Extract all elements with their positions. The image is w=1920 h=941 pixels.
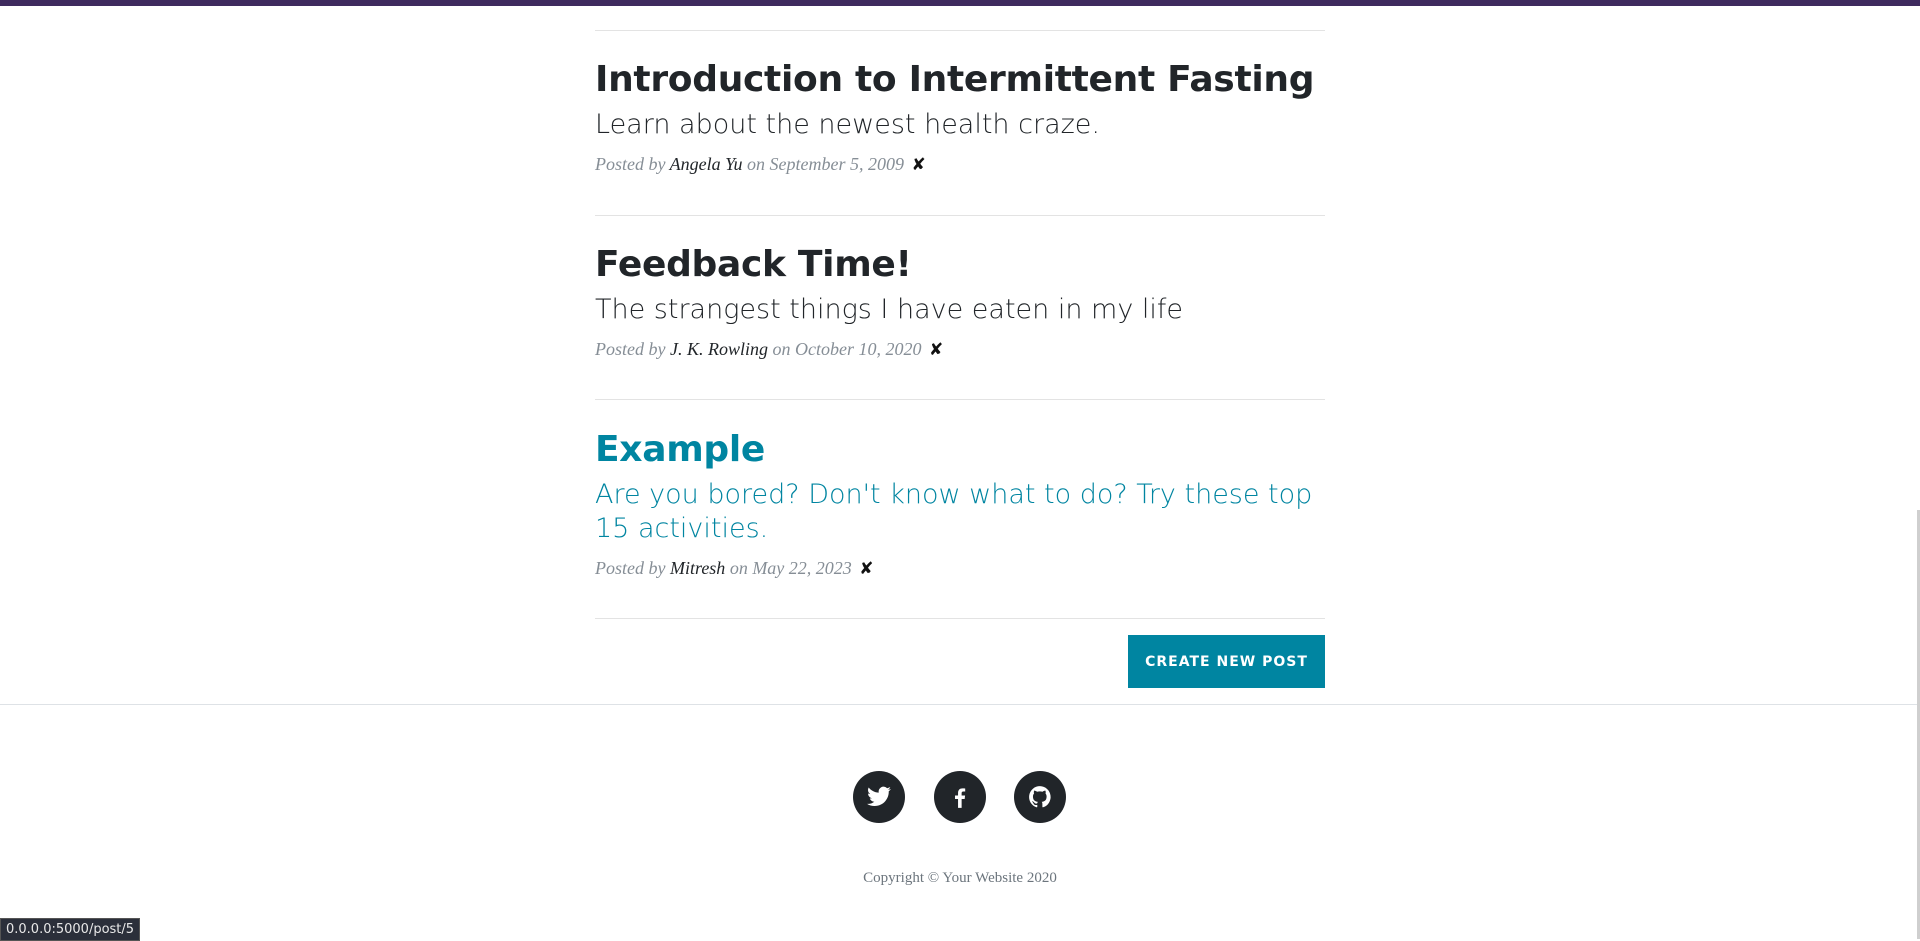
posted-by-text: Posted by [595, 339, 666, 359]
post-author: Angela Yu [669, 154, 743, 174]
post-title[interactable]: Feedback Time! [595, 243, 1325, 287]
post-author: J. K. Rowling [669, 339, 768, 359]
twitter-icon [867, 786, 892, 806]
delete-post-icon[interactable]: ✘ [859, 559, 873, 578]
on-text: on [729, 558, 748, 578]
github-link[interactable] [1014, 771, 1066, 823]
on-text: on [747, 154, 766, 174]
divider [595, 30, 1325, 31]
post-subtitle[interactable]: Are you bored? Don't know what to do? Tr… [595, 478, 1325, 546]
delete-post-icon[interactable]: ✘ [929, 340, 943, 359]
post-title[interactable]: Introduction to Intermittent Fasting [595, 58, 1325, 102]
post-preview[interactable]: Feedback Time! The strangest things I ha… [595, 243, 1325, 362]
post-preview[interactable]: Example Are you bored? Don't know what t… [595, 428, 1325, 581]
post-meta: Posted by Angela Yu on September 5, 2009… [595, 152, 1325, 177]
facebook-icon [955, 788, 966, 808]
post-subtitle[interactable]: Learn about the newest health craze. [595, 108, 1325, 142]
divider [595, 215, 1325, 216]
footer-divider [0, 704, 1920, 705]
post-meta: Posted by J. K. Rowling on October 10, 2… [595, 337, 1325, 362]
top-nav-bar-edge [0, 0, 1920, 6]
post-date: May 22, 2023 [752, 558, 852, 578]
post-subtitle[interactable]: The strangest things I have eaten in my … [595, 293, 1325, 327]
facebook-link[interactable] [934, 771, 986, 823]
post-date: October 10, 2020 [794, 339, 922, 359]
on-text: on [772, 339, 791, 359]
twitter-link[interactable] [853, 771, 905, 823]
divider [595, 399, 1325, 400]
copyright-text: Copyright © Your Website 2020 [863, 870, 1057, 886]
status-bar-url: 0.0.0.0:5000/post/5 [0, 918, 141, 941]
post-preview[interactable]: Introduction to Intermittent Fasting Lea… [595, 58, 1325, 177]
create-new-post-button[interactable]: Create New Post [1128, 635, 1325, 688]
post-date: September 5, 2009 [769, 154, 904, 174]
post-author: Mitresh [669, 558, 726, 578]
github-icon [1029, 786, 1051, 808]
posted-by-text: Posted by [595, 558, 666, 578]
delete-post-icon[interactable]: ✘ [912, 155, 926, 174]
posted-by-text: Posted by [595, 154, 666, 174]
post-title[interactable]: Example [595, 428, 1325, 472]
divider [595, 618, 1325, 619]
post-meta: Posted by Mitresh on May 22, 2023 ✘ [595, 556, 1325, 581]
